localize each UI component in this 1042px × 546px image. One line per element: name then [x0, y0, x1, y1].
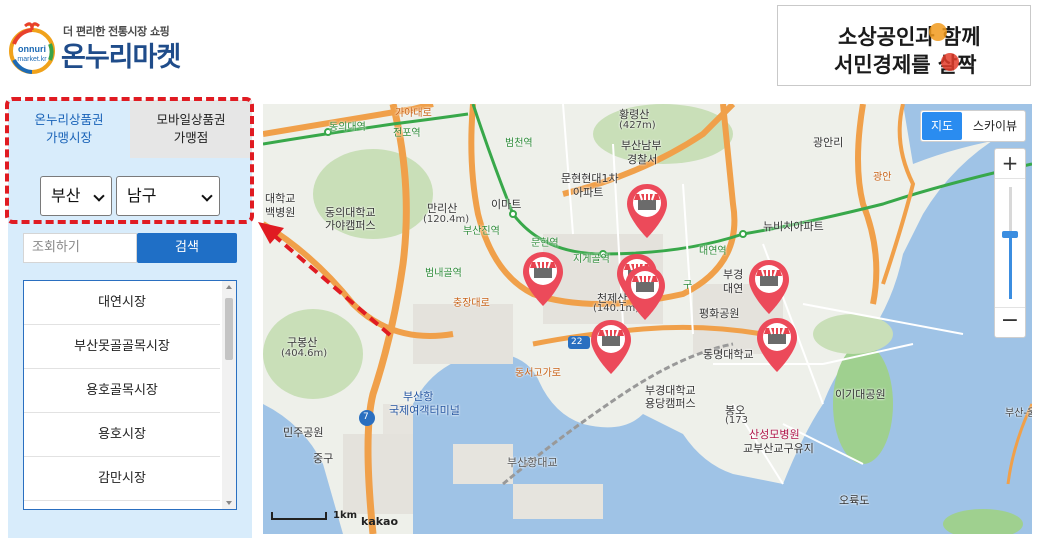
map-label-chungjang-daero: 충장대로	[453, 298, 490, 309]
list-item[interactable]: 부산못골골목시장	[24, 325, 220, 369]
scroll-thumb[interactable]	[225, 298, 233, 360]
svg-text:소상공인과 함께: 소상공인과 함께	[838, 25, 981, 49]
svg-text:onnuri: onnuri	[18, 44, 46, 54]
map-type-road-button[interactable]: 지도	[922, 112, 962, 140]
map-label-minju-park: 민주공원	[283, 426, 324, 439]
map-scale-label: 1km	[333, 510, 358, 521]
list-item[interactable]: 감만시장	[24, 457, 220, 501]
map-label-busan-ulsan: 부산-울산	[1005, 408, 1032, 419]
zoom-slider-handle[interactable]	[1002, 231, 1018, 238]
map-type-skyview-button[interactable]: 스카이뷰	[965, 112, 1025, 140]
search-button[interactable]: 검색	[137, 233, 237, 263]
map-label-jung-gu: 중구	[313, 452, 334, 465]
map-label-police2: 경찰서	[627, 153, 658, 166]
map-label-dongmyeong: 동명대학교	[703, 348, 754, 361]
map-label-gwangalli: 광안리	[813, 136, 844, 149]
map-label-church: 교부산교구유지	[743, 442, 814, 455]
map-label-bongo2: (173	[725, 415, 748, 426]
map-label-gaya-daero: 가야대로	[395, 108, 432, 119]
site-logo[interactable]: onnuri market.kr 더 편리한 전통시장 쇼핑 온누리마켓	[8, 20, 268, 80]
market-pin[interactable]	[623, 264, 667, 322]
map-label-dongeui-station: 동의대역	[329, 122, 366, 133]
market-pin[interactable]	[589, 318, 633, 376]
tab-filter-highlight	[5, 97, 254, 224]
market-pin[interactable]	[625, 182, 669, 240]
site-brand: 온누리마켓	[61, 42, 181, 73]
list-item[interactable]: 용호시장	[24, 413, 220, 457]
svg-text:market.kr: market.kr	[17, 56, 47, 63]
map-label-newbeach-apt: 뉴비치아파트	[763, 220, 824, 233]
campaign-banner-art: 소상공인과 함께 서민경제를 살짝	[834, 23, 981, 77]
campaign-banner[interactable]: 소상공인과 함께 서민경제를 살짝	[777, 5, 1031, 86]
route-7-label: 7	[363, 412, 369, 422]
map-label-emart: 이마트	[491, 198, 522, 211]
market-pin[interactable]	[747, 258, 791, 316]
route-22-label: 22	[571, 337, 583, 347]
map-label-beomnae-station: 범내골역	[425, 268, 462, 279]
map-label-busanjin-station: 부산진역	[463, 226, 500, 237]
map-label-munhyeon-station: 문현역	[531, 238, 559, 249]
map-label-jeonpo-station: 전포역	[393, 128, 421, 139]
map-label-daeyeon-station: 대연역	[699, 246, 727, 257]
map-scale-bar	[271, 512, 327, 520]
list-item[interactable]: 용호골목시장	[24, 369, 220, 413]
list-item[interactable]: 대연시장	[24, 281, 220, 325]
scroll-down-icon[interactable]	[226, 501, 232, 505]
list-scrollbar[interactable]	[222, 281, 236, 509]
callout-arrow-icon	[258, 222, 392, 337]
map-label-munhyeon-apt2: 아파트	[573, 186, 604, 199]
onnuri-logo-icon: onnuri market.kr	[9, 22, 55, 74]
map-label-gu: 구	[683, 280, 693, 291]
map-label-pukyong2: 용당캠퍼스	[645, 397, 696, 410]
market-pin[interactable]	[521, 250, 565, 308]
zoom-out-button[interactable]: −	[995, 307, 1025, 337]
map-type-control: 지도 스카이뷰	[920, 110, 1026, 142]
map-label-daeyeon: 대연	[723, 282, 744, 295]
zoom-in-button[interactable]: +	[995, 149, 1025, 179]
market-search-input[interactable]: 조회하기	[23, 233, 137, 263]
map-label-gwangan-road: 광안	[873, 172, 892, 183]
page: onnuri market.kr 더 편리한 전통시장 쇼핑 온누리마켓 소상공…	[0, 0, 1042, 546]
map-label-jigye-station: 지게골역	[573, 254, 610, 265]
zoom-control: + −	[994, 148, 1026, 338]
map-label-pyeonghwa-park: 평화공원	[699, 307, 740, 320]
map-label-oryukdo: 오륙도	[839, 494, 870, 507]
market-pin[interactable]	[755, 316, 799, 374]
map-label-hwangryeongsan-height: (427m)	[619, 120, 656, 131]
map-label-beomcheon-station: 범천역	[505, 138, 533, 149]
map-label-dongseo-overpass: 동서고가로	[515, 368, 561, 379]
zoom-slider-fill	[1009, 235, 1012, 299]
map-label-busan-bridge: 부산항대교	[507, 456, 558, 469]
map-label-igidae: 이기대공원	[835, 388, 886, 401]
scroll-up-icon[interactable]	[226, 285, 232, 289]
market-list: 대연시장 부산못골골목시장 용호골목시장 용호시장 감만시장	[23, 280, 237, 510]
map-label-ferry-terminal: 국제여객터미널	[389, 404, 460, 417]
kakao-logo[interactable]: kakao	[361, 515, 398, 528]
